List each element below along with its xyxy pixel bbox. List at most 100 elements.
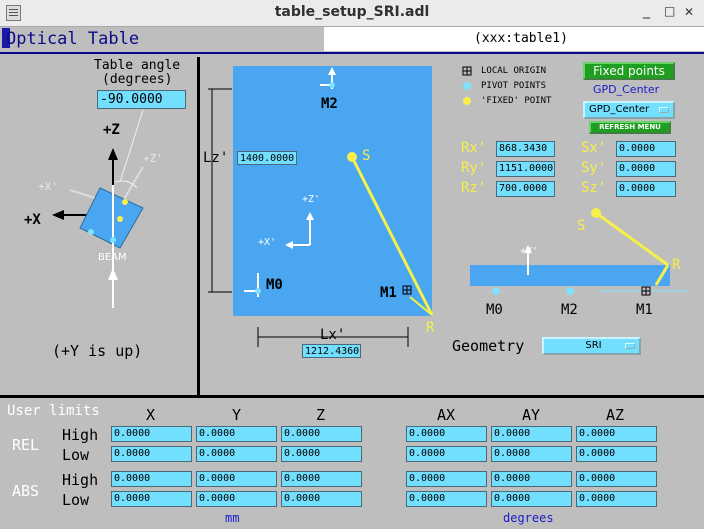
lz-value-field[interactable]: 1400.0000 [237,151,297,165]
rel-low-label: Low [62,446,90,464]
table-plus-z-prime: +Z' [302,194,321,205]
abs-low-y[interactable]: 0.0000 [196,491,277,507]
minimize-icon[interactable]: _ [643,3,650,19]
side-m1-label: M1 [636,302,653,318]
m0-label: M0 [266,277,283,293]
side-m2-label: M2 [561,302,578,318]
header-title-area: Optical Table [2,27,324,51]
limits-divider [0,395,704,398]
abs-high-y[interactable]: 0.0000 [196,471,277,487]
rel-low-az[interactable]: 0.0000 [576,446,657,462]
table-plus-x-prime: +X' [258,237,277,248]
window-title: table_setup_SRI.adl [274,4,430,20]
side-r-label: R [672,257,681,273]
lx-value-field[interactable]: 1212.4360 [302,344,361,358]
abs-high-z[interactable]: 0.0000 [281,471,362,487]
pv-prefix: (xxx:table1) [474,31,568,46]
angle-label-1: Table angle [94,58,181,73]
plus-z-prime-label: +Z' [143,152,163,165]
abs-high-az[interactable]: 0.0000 [576,471,657,487]
abs-low-az[interactable]: 0.0000 [576,491,657,507]
sz-field[interactable]: 0.0000 [616,181,676,197]
sz-label: Sz' [581,180,607,196]
unit-mm: mm [225,511,240,525]
ry-field[interactable]: 1151.0000 [496,161,555,177]
legend-fixed-point: 'FIXED' POINT [481,96,552,106]
geometry-menu[interactable]: SRI [542,337,641,355]
plus-z-label: +Z [103,122,120,138]
geometry-label: Geometry [452,337,525,355]
sx-field[interactable]: 0.0000 [616,141,676,157]
rel-low-ay[interactable]: 0.0000 [491,446,572,462]
col-ay: AY [522,406,541,424]
legend-pivot-points: PIVOT POINTS [481,81,547,91]
abs-low-z[interactable]: 0.0000 [281,491,362,507]
abs-label: ABS [12,482,40,500]
rel-high-ay[interactable]: 0.0000 [491,426,572,442]
rx-field[interactable]: 868.3430 [496,141,555,157]
rel-high-y[interactable]: 0.0000 [196,426,277,442]
rel-high-ax[interactable]: 0.0000 [406,426,487,442]
window-titlebar: table_setup_SRI.adl _ □ ✕ [0,0,704,27]
header-divider [0,52,704,54]
chevron-down-icon [659,107,669,113]
fixed-points-button[interactable]: Fixed points [583,62,675,80]
ry-label: Ry' [461,160,487,176]
abs-low-x[interactable]: 0.0000 [111,491,192,507]
angle-label-2: (degrees) [102,72,173,87]
col-ax: AX [437,406,456,424]
y-up-label: (+Y is up) [52,342,143,360]
sy-label: Sy' [581,160,607,176]
rel-low-z[interactable]: 0.0000 [281,446,362,462]
close-icon[interactable]: ✕ [684,5,694,19]
rel-low-y[interactable]: 0.0000 [196,446,277,462]
maximize-icon[interactable]: □ [664,4,675,18]
plus-x-label: +X [24,212,41,228]
m2-label: M2 [321,96,338,112]
abs-high-label: High [62,471,99,489]
abs-high-ax[interactable]: 0.0000 [406,471,487,487]
col-az: AZ [606,406,625,424]
rel-label: REL [12,436,40,454]
r-point-label: R [426,320,435,336]
sx-label: Sx' [581,140,607,156]
rx-label: Rx' [461,140,487,156]
rz-field[interactable]: 700.0000 [496,181,555,197]
legend-local-origin: LOCAL ORIGIN [481,66,547,76]
fixed-point-menu[interactable]: GPD_Center [583,101,675,119]
abs-low-label: Low [62,491,90,509]
rz-label: Rz' [461,180,487,196]
s-point-label: S [362,148,371,164]
chevron-down-icon [625,343,635,349]
rel-high-z[interactable]: 0.0000 [281,426,362,442]
col-x: X [146,406,156,424]
abs-high-x[interactable]: 0.0000 [111,471,192,487]
lz-label: Lz' [203,150,229,166]
fixed-point-menu-value: GPD_Center [589,104,650,115]
abs-low-ay[interactable]: 0.0000 [491,491,572,507]
geometry-menu-value: SRI [585,340,602,351]
sy-field[interactable]: 0.0000 [616,161,676,177]
page-title: Optical Table [6,29,140,49]
side-s-label: S [577,218,586,234]
side-m0-label: M0 [486,302,503,318]
rel-low-x[interactable]: 0.0000 [111,446,192,462]
abs-low-ax[interactable]: 0.0000 [406,491,487,507]
rel-low-ax[interactable]: 0.0000 [406,446,487,462]
rel-high-label: High [62,426,99,444]
lx-label: Lx' [320,327,346,343]
beam-label: BEAM [98,252,127,263]
col-y: Y [232,406,242,424]
unit-degrees: degrees [503,511,554,525]
abs-high-ay[interactable]: 0.0000 [491,471,572,487]
plus-x-prime-label: +X' [38,180,58,193]
col-z: Z [316,406,326,424]
m1-label: M1 [380,285,397,301]
pv-prefix-box: (xxx:table1) [324,27,704,51]
rel-high-az[interactable]: 0.0000 [576,426,657,442]
user-limits-title: User limits [7,403,100,419]
refresh-menu-button[interactable]: REFRESH MENU [589,121,671,134]
rel-high-x[interactable]: 0.0000 [111,426,192,442]
legend-icons [462,66,472,105]
fixed-point-name: GPD_Center [593,83,660,96]
